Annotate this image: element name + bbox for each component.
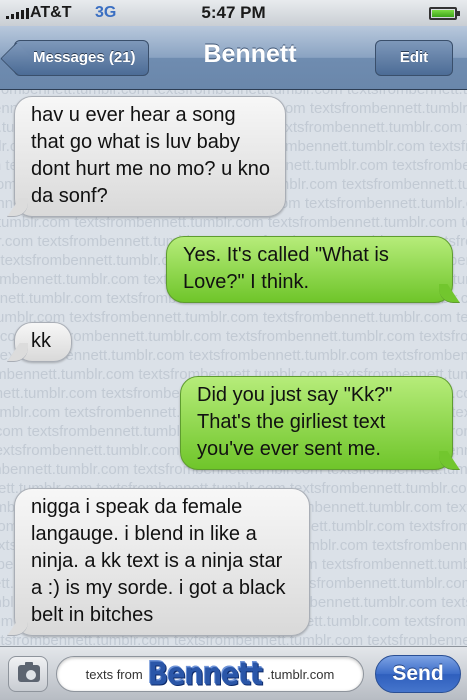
conversation-title: Bennett (203, 40, 297, 68)
message-bubble-received[interactable]: hav u ever hear a song that go what is l… (14, 96, 286, 217)
watermark-suffix: .tumblr.com (267, 666, 335, 682)
status-time: 5:47 PM (201, 3, 266, 22)
message-bubble-received[interactable]: nigga i speak da female langauge. i blen… (14, 488, 310, 636)
watermark-prefix: texts from (85, 666, 143, 682)
status-bar: AT&T 3G 5:47 PM (0, 0, 467, 26)
message-bubble-sent[interactable]: Did you just say "Kk?" That's the girlie… (180, 376, 453, 470)
message-input-field[interactable]: texts from Bennett .tumblr.com (56, 656, 364, 692)
send-button[interactable]: Send (375, 655, 461, 693)
message-bubble-sent[interactable]: Yes. It's called "What is Love?" I think… (166, 236, 453, 303)
battery-icon (429, 7, 460, 20)
message-bubble-received[interactable]: kk (14, 322, 72, 362)
compose-bar: texts from Bennett .tumblr.com Send (0, 646, 467, 700)
battery-level (432, 10, 454, 17)
conversation-thread[interactable]: textsfrombennett.tumblr.com textsfromben… (0, 90, 467, 646)
navigation-bar: Messages (21) Bennett Edit (0, 26, 467, 90)
edit-button[interactable]: Edit (375, 40, 453, 76)
bennett-logo: Bennett (147, 656, 263, 692)
back-button-label: Messages (21) (33, 49, 136, 66)
camera-icon (18, 662, 40, 682)
back-to-messages-button[interactable]: Messages (21) (14, 40, 149, 76)
camera-button[interactable] (8, 656, 48, 692)
watermark-line: textsfrombennett.tumblr.com textsfromben… (0, 309, 467, 326)
